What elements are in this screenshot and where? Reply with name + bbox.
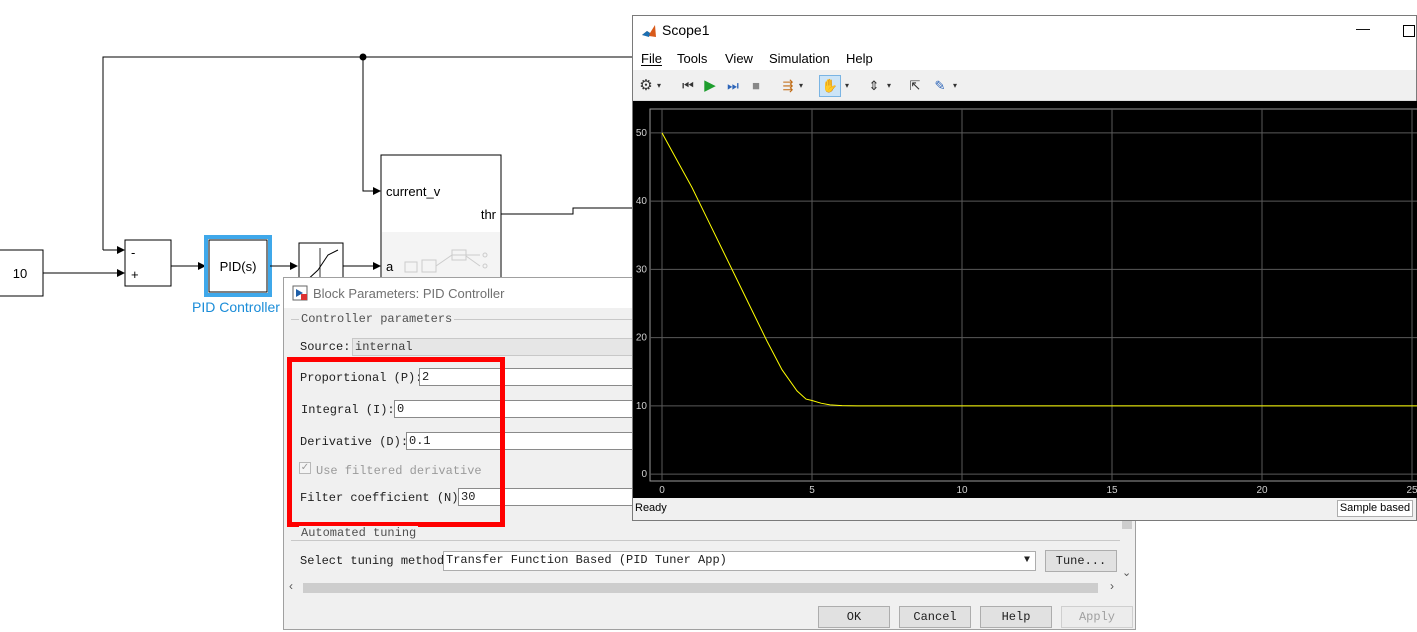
highlight-box (287, 357, 505, 527)
highlight-icon[interactable]: ⇶ (779, 77, 797, 95)
menu-help[interactable]: Help (846, 51, 873, 66)
maximize-icon[interactable] (1403, 25, 1415, 37)
y-tick-label: 40 (636, 196, 648, 207)
scroll-right-icon[interactable]: › (1110, 579, 1114, 593)
chevron-down-icon[interactable]: ▾ (951, 77, 959, 95)
scroll-left-icon[interactable]: ‹ (289, 579, 293, 593)
y-tick-label: 30 (636, 264, 648, 275)
dialog-title: Block Parameters: PID Controller (313, 286, 505, 301)
tune-button[interactable]: Tune... (1045, 550, 1117, 572)
chevron-down-icon[interactable]: ▾ (797, 77, 805, 95)
source-label: Source: (300, 340, 351, 354)
style-icon[interactable]: ✎ (931, 77, 949, 95)
source-dropdown[interactable]: internal (352, 338, 637, 356)
menu-file[interactable]: File (641, 51, 662, 66)
status-text: Ready (635, 502, 667, 514)
scope-statusbar: Ready Sample based (633, 498, 1416, 520)
gear-icon[interactable]: ⚙ (637, 77, 655, 95)
constant-block[interactable]: 10 (0, 249, 44, 297)
ok-button[interactable]: OK (818, 606, 890, 628)
scope-window: Scope1 — File Tools View Simulation Help… (632, 15, 1417, 521)
y-tick-label: 20 (636, 333, 648, 344)
scope-titlebar[interactable]: Scope1 — (633, 16, 1416, 46)
horizontal-scrollbar-thumb[interactable] (303, 583, 1098, 593)
y-tick-label: 10 (636, 401, 648, 412)
menu-tools[interactable]: Tools (677, 51, 707, 66)
pan-icon: ✋ (821, 78, 839, 93)
menu-view[interactable]: View (725, 51, 753, 66)
scale-icon[interactable]: ⇕ (865, 77, 883, 95)
y-tick-label: 50 (636, 128, 648, 139)
pid-block-label: PID(s) (220, 259, 257, 274)
minimize-icon[interactable]: — (1356, 20, 1370, 36)
chevron-down-icon[interactable]: ▾ (885, 77, 893, 95)
y-tick-label: 0 (641, 469, 647, 480)
sum-minus-sign: - (131, 245, 135, 260)
help-button[interactable]: Help (980, 606, 1052, 628)
x-tick-label: 10 (956, 485, 968, 496)
scope-menubar: File Tools View Simulation Help (633, 46, 1416, 70)
port-a: a (386, 259, 394, 274)
chevron-down-icon[interactable]: ▾ (843, 77, 851, 95)
x-tick-label: 0 (659, 485, 665, 496)
x-tick-label: 15 (1106, 485, 1118, 496)
sample-mode-indicator[interactable]: Sample based (1337, 500, 1413, 517)
cancel-button[interactable]: Cancel (899, 606, 971, 628)
horizontal-scrollbar[interactable]: ‹ › (287, 579, 1117, 595)
thr-output-line[interactable] (501, 207, 634, 215)
sum-plus-sign: + (131, 267, 139, 282)
scroll-down-icon[interactable]: ⌄ (1122, 566, 1131, 579)
sum-block[interactable]: - + (124, 239, 172, 287)
stop-icon[interactable]: ■ (747, 77, 765, 95)
feedback-line[interactable] (102, 53, 632, 254)
port-thr: thr (481, 207, 497, 222)
restore-icon[interactable]: ⇱ (906, 77, 924, 95)
pid-controller-block[interactable]: PID(s) (204, 235, 272, 297)
port-current-v: current_v (386, 184, 441, 199)
tuning-method-value: Transfer Function Based (PID Tuner App) (446, 553, 727, 567)
simulink-block-icon (292, 285, 308, 301)
x-tick-label: 20 (1256, 485, 1268, 496)
vertical-scrollbar[interactable]: ⌄ (1120, 515, 1134, 579)
tuning-method-label: Select tuning method: (300, 554, 452, 568)
constant-value: 10 (13, 266, 27, 281)
scope-title: Scope1 (662, 22, 710, 38)
automated-tuning-heading: Automated tuning (299, 526, 419, 540)
vehicle-subsystem-block[interactable]: current_v a thr (380, 154, 502, 286)
pan-tool-active[interactable]: ✋ (819, 75, 841, 97)
axes-box (649, 108, 1417, 482)
x-tick-label: 5 (809, 485, 815, 496)
step-forward-icon[interactable]: ⏭ (724, 77, 742, 95)
menu-simulation[interactable]: Simulation (769, 51, 830, 66)
matlab-logo-icon (642, 25, 656, 37)
pid-block-name[interactable]: PID Controller (192, 299, 280, 315)
controller-parameters-heading: Controller parameters (299, 312, 455, 326)
rewind-icon[interactable]: ⏮ (679, 77, 697, 95)
scope-chart[interactable]: 0 5 10 15 20 25 0 10 20 30 40 50 (633, 101, 1417, 498)
apply-button[interactable]: Apply (1061, 606, 1133, 628)
run-icon[interactable]: ▶ (701, 77, 719, 95)
x-tick-label: 25 (1406, 485, 1417, 496)
chevron-down-icon[interactable]: ▾ (655, 77, 663, 95)
tuning-method-dropdown[interactable]: Transfer Function Based (PID Tuner App) … (443, 551, 1036, 571)
dropdown-arrow-icon: ▼ (1023, 555, 1030, 566)
scope-toolbar: ⚙ ▾ ⏮ ▶ ⏭ ■ ⇶ ▾ ✋ ▾ ⇕ ▾ ⇱ ✎ ▾ (633, 72, 1416, 101)
scope-plot-area[interactable]: 0 5 10 15 20 25 0 10 20 30 40 50 (633, 101, 1417, 498)
